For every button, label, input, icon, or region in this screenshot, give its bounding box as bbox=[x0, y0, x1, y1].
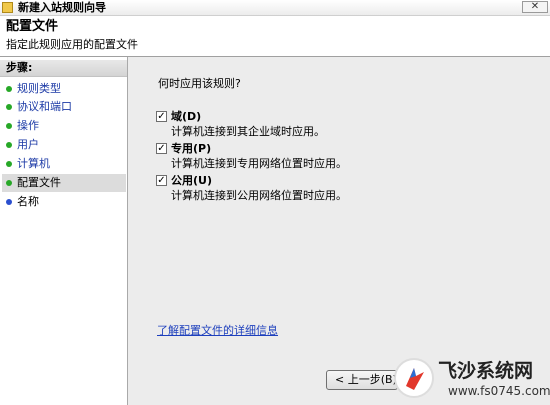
private-label[interactable]: 专用(P) bbox=[171, 142, 211, 155]
step-label: 计算机 bbox=[17, 157, 50, 170]
watermark-logo-icon bbox=[394, 358, 434, 398]
public-label[interactable]: 公用(U) bbox=[171, 174, 212, 187]
step-label: 用户 bbox=[17, 138, 39, 151]
public-checkbox[interactable]: ✓ bbox=[156, 175, 167, 186]
page-title: 配置文件 bbox=[6, 19, 59, 34]
step-users[interactable]: 用户 bbox=[2, 136, 126, 154]
step-label: 规则类型 bbox=[17, 82, 61, 95]
steps-heading-bar: 步骤: bbox=[0, 60, 127, 77]
firewall-app-icon bbox=[2, 2, 13, 13]
step-label: 协议和端口 bbox=[17, 100, 72, 113]
watermark: 飞沙系统网 www.fs0745.com bbox=[392, 354, 550, 404]
close-button[interactable]: ✕ bbox=[522, 1, 548, 13]
step-label: 名称 bbox=[17, 195, 39, 208]
step-done-dot-icon bbox=[6, 142, 12, 148]
learn-more-link[interactable]: 了解配置文件的详细信息 bbox=[157, 324, 278, 338]
step-action[interactable]: 操作 bbox=[2, 117, 126, 135]
domain-description: 计算机连接到其企业域时应用。 bbox=[171, 125, 325, 138]
back-button[interactable]: < 上一步(B) bbox=[326, 370, 398, 390]
main-panel: 何时应用该规则? ✓ 域(D) 计算机连接到其企业域时应用。 ✓ 专用(P) 计… bbox=[128, 57, 550, 405]
wizard-window: 新建入站规则向导 ✕ 配置文件 指定此规则应用的配置文件 步骤: 规则类型 协议… bbox=[0, 0, 550, 405]
logo-mark-icon bbox=[406, 368, 424, 390]
step-done-dot-icon bbox=[6, 123, 12, 129]
step-current-dot-icon bbox=[6, 180, 12, 186]
public-description: 计算机连接到公用网络位置时应用。 bbox=[171, 189, 347, 202]
wizard-header: 配置文件 指定此规则应用的配置文件 bbox=[0, 16, 550, 56]
step-profile[interactable]: 配置文件 bbox=[2, 174, 126, 192]
private-checkbox[interactable]: ✓ bbox=[156, 143, 167, 154]
step-name[interactable]: 名称 bbox=[2, 193, 126, 211]
step-done-dot-icon bbox=[6, 86, 12, 92]
step-label: 配置文件 bbox=[17, 176, 61, 189]
domain-label[interactable]: 域(D) bbox=[171, 110, 201, 123]
question-text: 何时应用该规则? bbox=[158, 77, 241, 90]
step-rule-type[interactable]: 规则类型 bbox=[2, 80, 126, 98]
window-title: 新建入站规则向导 bbox=[18, 1, 106, 14]
private-description: 计算机连接到专用网络位置时应用。 bbox=[171, 157, 347, 170]
page-subtitle: 指定此规则应用的配置文件 bbox=[6, 38, 138, 51]
steps-panel: 步骤: 规则类型 协议和端口 操作 用户 计算机 配置文件 名称 bbox=[0, 57, 128, 405]
step-done-dot-icon bbox=[6, 161, 12, 167]
watermark-site-name: 飞沙系统网 bbox=[438, 360, 534, 382]
title-bar: 新建入站规则向导 ✕ bbox=[0, 0, 550, 16]
step-todo-dot-icon bbox=[6, 199, 12, 205]
domain-checkbox[interactable]: ✓ bbox=[156, 111, 167, 122]
steps-heading: 步骤: bbox=[6, 61, 33, 74]
watermark-url: www.fs0745.com bbox=[448, 384, 550, 398]
step-computers[interactable]: 计算机 bbox=[2, 155, 126, 173]
step-label: 操作 bbox=[17, 119, 39, 132]
step-done-dot-icon bbox=[6, 104, 12, 110]
step-protocol-ports[interactable]: 协议和端口 bbox=[2, 98, 126, 116]
